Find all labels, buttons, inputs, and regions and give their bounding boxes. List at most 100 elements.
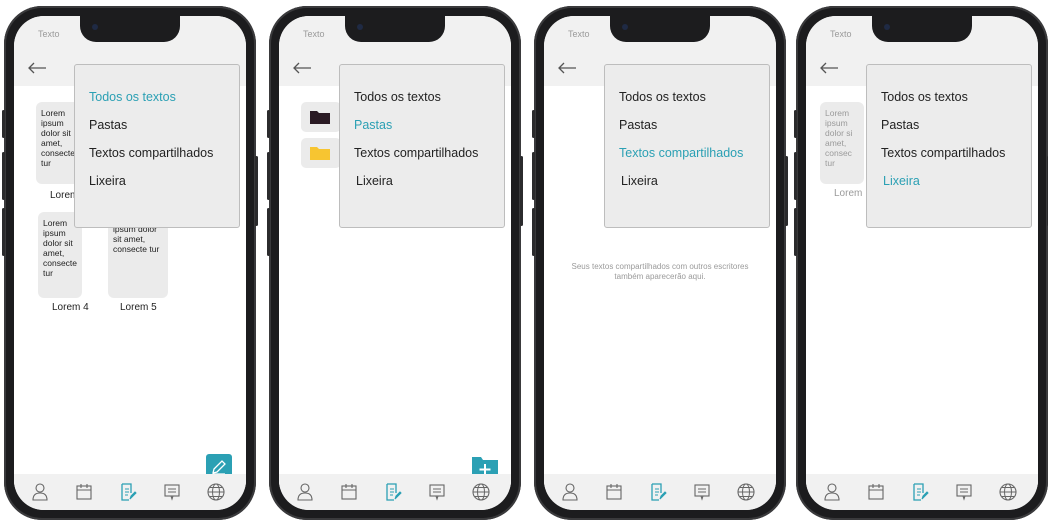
screen: Texto Lorem ipsum dolor si amet, consec … (806, 16, 1038, 510)
globe-icon (999, 483, 1017, 501)
chat-icon (164, 484, 180, 501)
tab-globe[interactable] (471, 482, 491, 502)
menu-item-folders[interactable]: Pastas (354, 118, 392, 132)
card-preview: Lorem ipsum dolor sit amet, consecte tur (41, 108, 76, 168)
tab-texts[interactable] (648, 482, 668, 502)
empty-state-message: Seus textos compartilhados com outros es… (571, 262, 749, 281)
menu-item-all-texts[interactable]: Todos os textos (89, 90, 176, 104)
status-title: Texto (38, 29, 60, 39)
arrow-left-icon[interactable] (818, 59, 840, 77)
notch (610, 16, 710, 42)
filter-menu: Todos os textos Pastas Textos compartilh… (866, 64, 1032, 228)
menu-item-folders[interactable]: Pastas (619, 118, 657, 132)
filter-menu: Todos os textos Pastas Textos compartilh… (339, 64, 505, 228)
menu-item-trash[interactable]: Lixeira (356, 174, 393, 188)
arrow-left-icon[interactable] (291, 59, 313, 77)
tab-texts[interactable] (118, 482, 138, 502)
menu-item-shared[interactable]: Textos compartilhados (354, 146, 478, 160)
menu-item-all-texts[interactable]: Todos os textos (619, 90, 706, 104)
profile-icon (562, 483, 578, 501)
bottom-tab-bar (279, 474, 511, 510)
card-preview: Lorem ipsum dolor sit amet, consecte tur (43, 218, 78, 278)
menu-item-trash[interactable]: Lixeira (883, 174, 920, 188)
arrow-left-icon[interactable] (26, 59, 48, 77)
document-edit-icon (386, 483, 402, 501)
screen: Texto Lorem ipsum dolor sit amet, consec… (14, 16, 246, 510)
folder-icon (310, 111, 330, 124)
filter-menu: Todos os textos Pastas Textos compartilh… (74, 64, 240, 228)
menu-item-all-texts[interactable]: Todos os textos (354, 90, 441, 104)
chat-icon (429, 484, 445, 501)
tab-profile[interactable] (295, 482, 315, 502)
screen: Texto Seus textos compartilhados com out… (544, 16, 776, 510)
menu-item-shared[interactable]: Textos compartilhados (619, 146, 743, 160)
tab-calendar[interactable] (866, 482, 886, 502)
volume-up-button (267, 152, 270, 200)
tab-texts[interactable] (383, 482, 403, 502)
menu-item-trash[interactable]: Lixeira (89, 174, 126, 188)
screen: Texto Todos os textos Pastas Textos comp… (279, 16, 511, 510)
volume-down-button (794, 208, 797, 256)
tab-calendar[interactable] (604, 482, 624, 502)
status-title: Texto (303, 29, 325, 39)
tab-calendar[interactable] (339, 482, 359, 502)
bottom-tab-bar (806, 474, 1038, 510)
volume-up-button (532, 152, 535, 200)
tab-chat[interactable] (692, 482, 712, 502)
menu-item-all-texts[interactable]: Todos os textos (881, 90, 968, 104)
bottom-tab-bar (544, 474, 776, 510)
phone-frame-trash: Texto Lorem ipsum dolor si amet, consec … (794, 6, 1048, 520)
side-button (532, 110, 535, 138)
tab-profile[interactable] (822, 482, 842, 502)
chat-icon (956, 484, 972, 501)
folder-item[interactable] (301, 138, 341, 168)
tab-texts[interactable] (910, 482, 930, 502)
arrow-left-icon[interactable] (556, 59, 578, 77)
trashed-text-card[interactable]: Lorem ipsum dolor si amet, consec tur (820, 102, 864, 184)
filter-menu: Todos os textos Pastas Textos compartilh… (604, 64, 770, 228)
menu-item-folders[interactable]: Pastas (89, 118, 127, 132)
menu-item-trash[interactable]: Lixeira (621, 174, 658, 188)
tab-profile[interactable] (30, 482, 50, 502)
menu-item-shared[interactable]: Textos compartilhados (881, 146, 1005, 160)
tab-globe[interactable] (736, 482, 756, 502)
menu-item-shared[interactable]: Textos compartilhados (89, 146, 213, 160)
profile-icon (32, 483, 48, 501)
globe-icon (472, 483, 490, 501)
document-edit-icon (913, 483, 929, 501)
tab-profile[interactable] (560, 482, 580, 502)
card-label: Lorem (834, 188, 863, 199)
phone-frame-shared: Texto Seus textos compartilhados com out… (532, 6, 788, 520)
volume-down-button (532, 208, 535, 256)
status-title: Texto (568, 29, 590, 39)
status-title: Texto (830, 29, 852, 39)
profile-icon (297, 483, 313, 501)
phone-frame-folders: Texto Todos os textos Pastas Textos comp… (267, 6, 523, 520)
card-label: Lorem 4 (52, 302, 89, 313)
menu-item-folders[interactable]: Pastas (881, 118, 919, 132)
power-button (255, 156, 258, 226)
profile-icon (824, 483, 840, 501)
tab-globe[interactable] (998, 482, 1018, 502)
notch (80, 16, 180, 42)
phone-frame-all-texts: Texto Lorem ipsum dolor sit amet, consec… (2, 6, 258, 520)
power-button (520, 156, 523, 226)
globe-icon (737, 483, 755, 501)
tab-chat[interactable] (427, 482, 447, 502)
tab-globe[interactable] (206, 482, 226, 502)
tab-calendar[interactable] (74, 482, 94, 502)
card-preview: ipsum dolor sit amet, consecte tur (113, 224, 160, 254)
side-button (267, 110, 270, 138)
folder-icon (310, 147, 330, 160)
document-edit-icon (121, 483, 137, 501)
card-label: Lorem 5 (120, 302, 157, 313)
calendar-icon (76, 484, 92, 500)
folder-item[interactable] (301, 102, 341, 132)
calendar-icon (868, 484, 884, 500)
bottom-tab-bar (14, 474, 246, 510)
tab-chat[interactable] (162, 482, 182, 502)
tab-chat[interactable] (954, 482, 974, 502)
calendar-icon (606, 484, 622, 500)
volume-down-button (267, 208, 270, 256)
side-button (2, 110, 5, 138)
